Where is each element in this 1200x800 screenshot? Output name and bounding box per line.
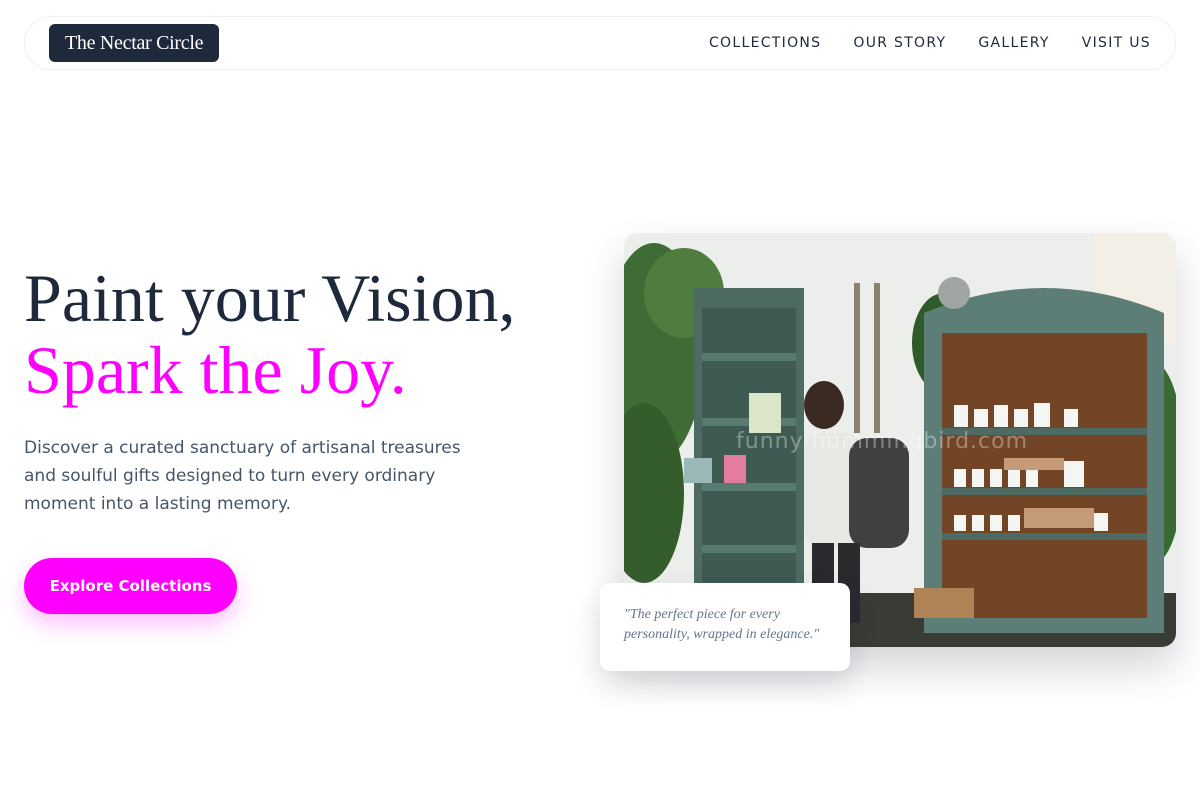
explore-collections-button[interactable]: Explore Collections	[24, 558, 237, 614]
hero-title-line-1: Paint your Vision,	[24, 260, 516, 336]
hero-description: Discover a curated sanctuary of artisana…	[24, 438, 461, 514]
nav-link-collections[interactable]: COLLECTIONS	[709, 35, 821, 51]
hero-title: Paint your Vision, Spark the Joy.	[24, 262, 515, 406]
main-nav: COLLECTIONS OUR STORY GALLERY VISIT US	[709, 35, 1151, 51]
quote-card: "The perfect piece for every personality…	[600, 583, 850, 671]
quote-text: "The perfect piece for every personality…	[624, 607, 820, 642]
nav-link-visit-us[interactable]: VISIT US	[1082, 35, 1151, 51]
hero-title-line-2: Spark the Joy.	[24, 332, 407, 408]
site-logo[interactable]: The Nectar Circle	[49, 24, 220, 62]
site-header: The Nectar Circle COLLECTIONS OUR STORY …	[24, 16, 1176, 70]
nav-link-our-story[interactable]: OUR STORY	[853, 35, 946, 51]
watermark-text: funny hummingbird.com	[736, 429, 1029, 454]
nav-link-gallery[interactable]: GALLERY	[978, 35, 1049, 51]
